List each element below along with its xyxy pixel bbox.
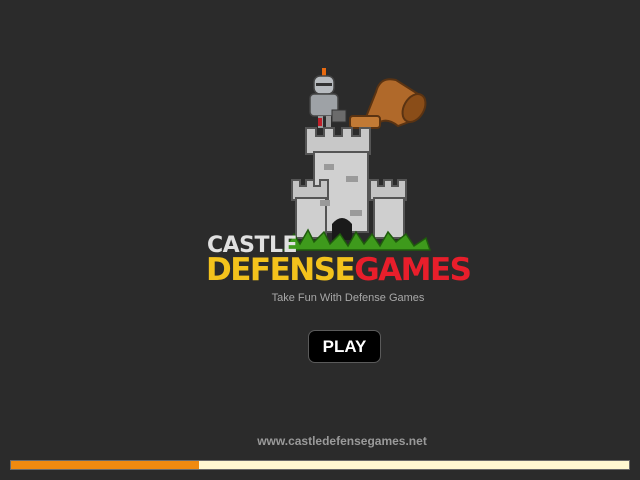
brand-tagline: Take Fun With Defense Games bbox=[271, 292, 425, 304]
brand-word-defense: DEFENSE bbox=[206, 252, 356, 288]
brand-title-line2: DEFENSEGAMES bbox=[206, 252, 472, 288]
knight-icon bbox=[309, 68, 347, 128]
loading-progress-fill bbox=[11, 461, 200, 469]
cannon-icon bbox=[349, 78, 427, 129]
site-url-link[interactable]: www.castledefensegames.net bbox=[0, 434, 640, 448]
castle-tower-icon bbox=[291, 127, 407, 240]
castle-logo-art bbox=[282, 68, 432, 251]
play-button[interactable]: PLAY bbox=[308, 330, 381, 363]
brand-word-games: GAMES bbox=[354, 252, 472, 288]
loading-progress-bar bbox=[10, 460, 630, 470]
grass-icon bbox=[282, 228, 432, 251]
